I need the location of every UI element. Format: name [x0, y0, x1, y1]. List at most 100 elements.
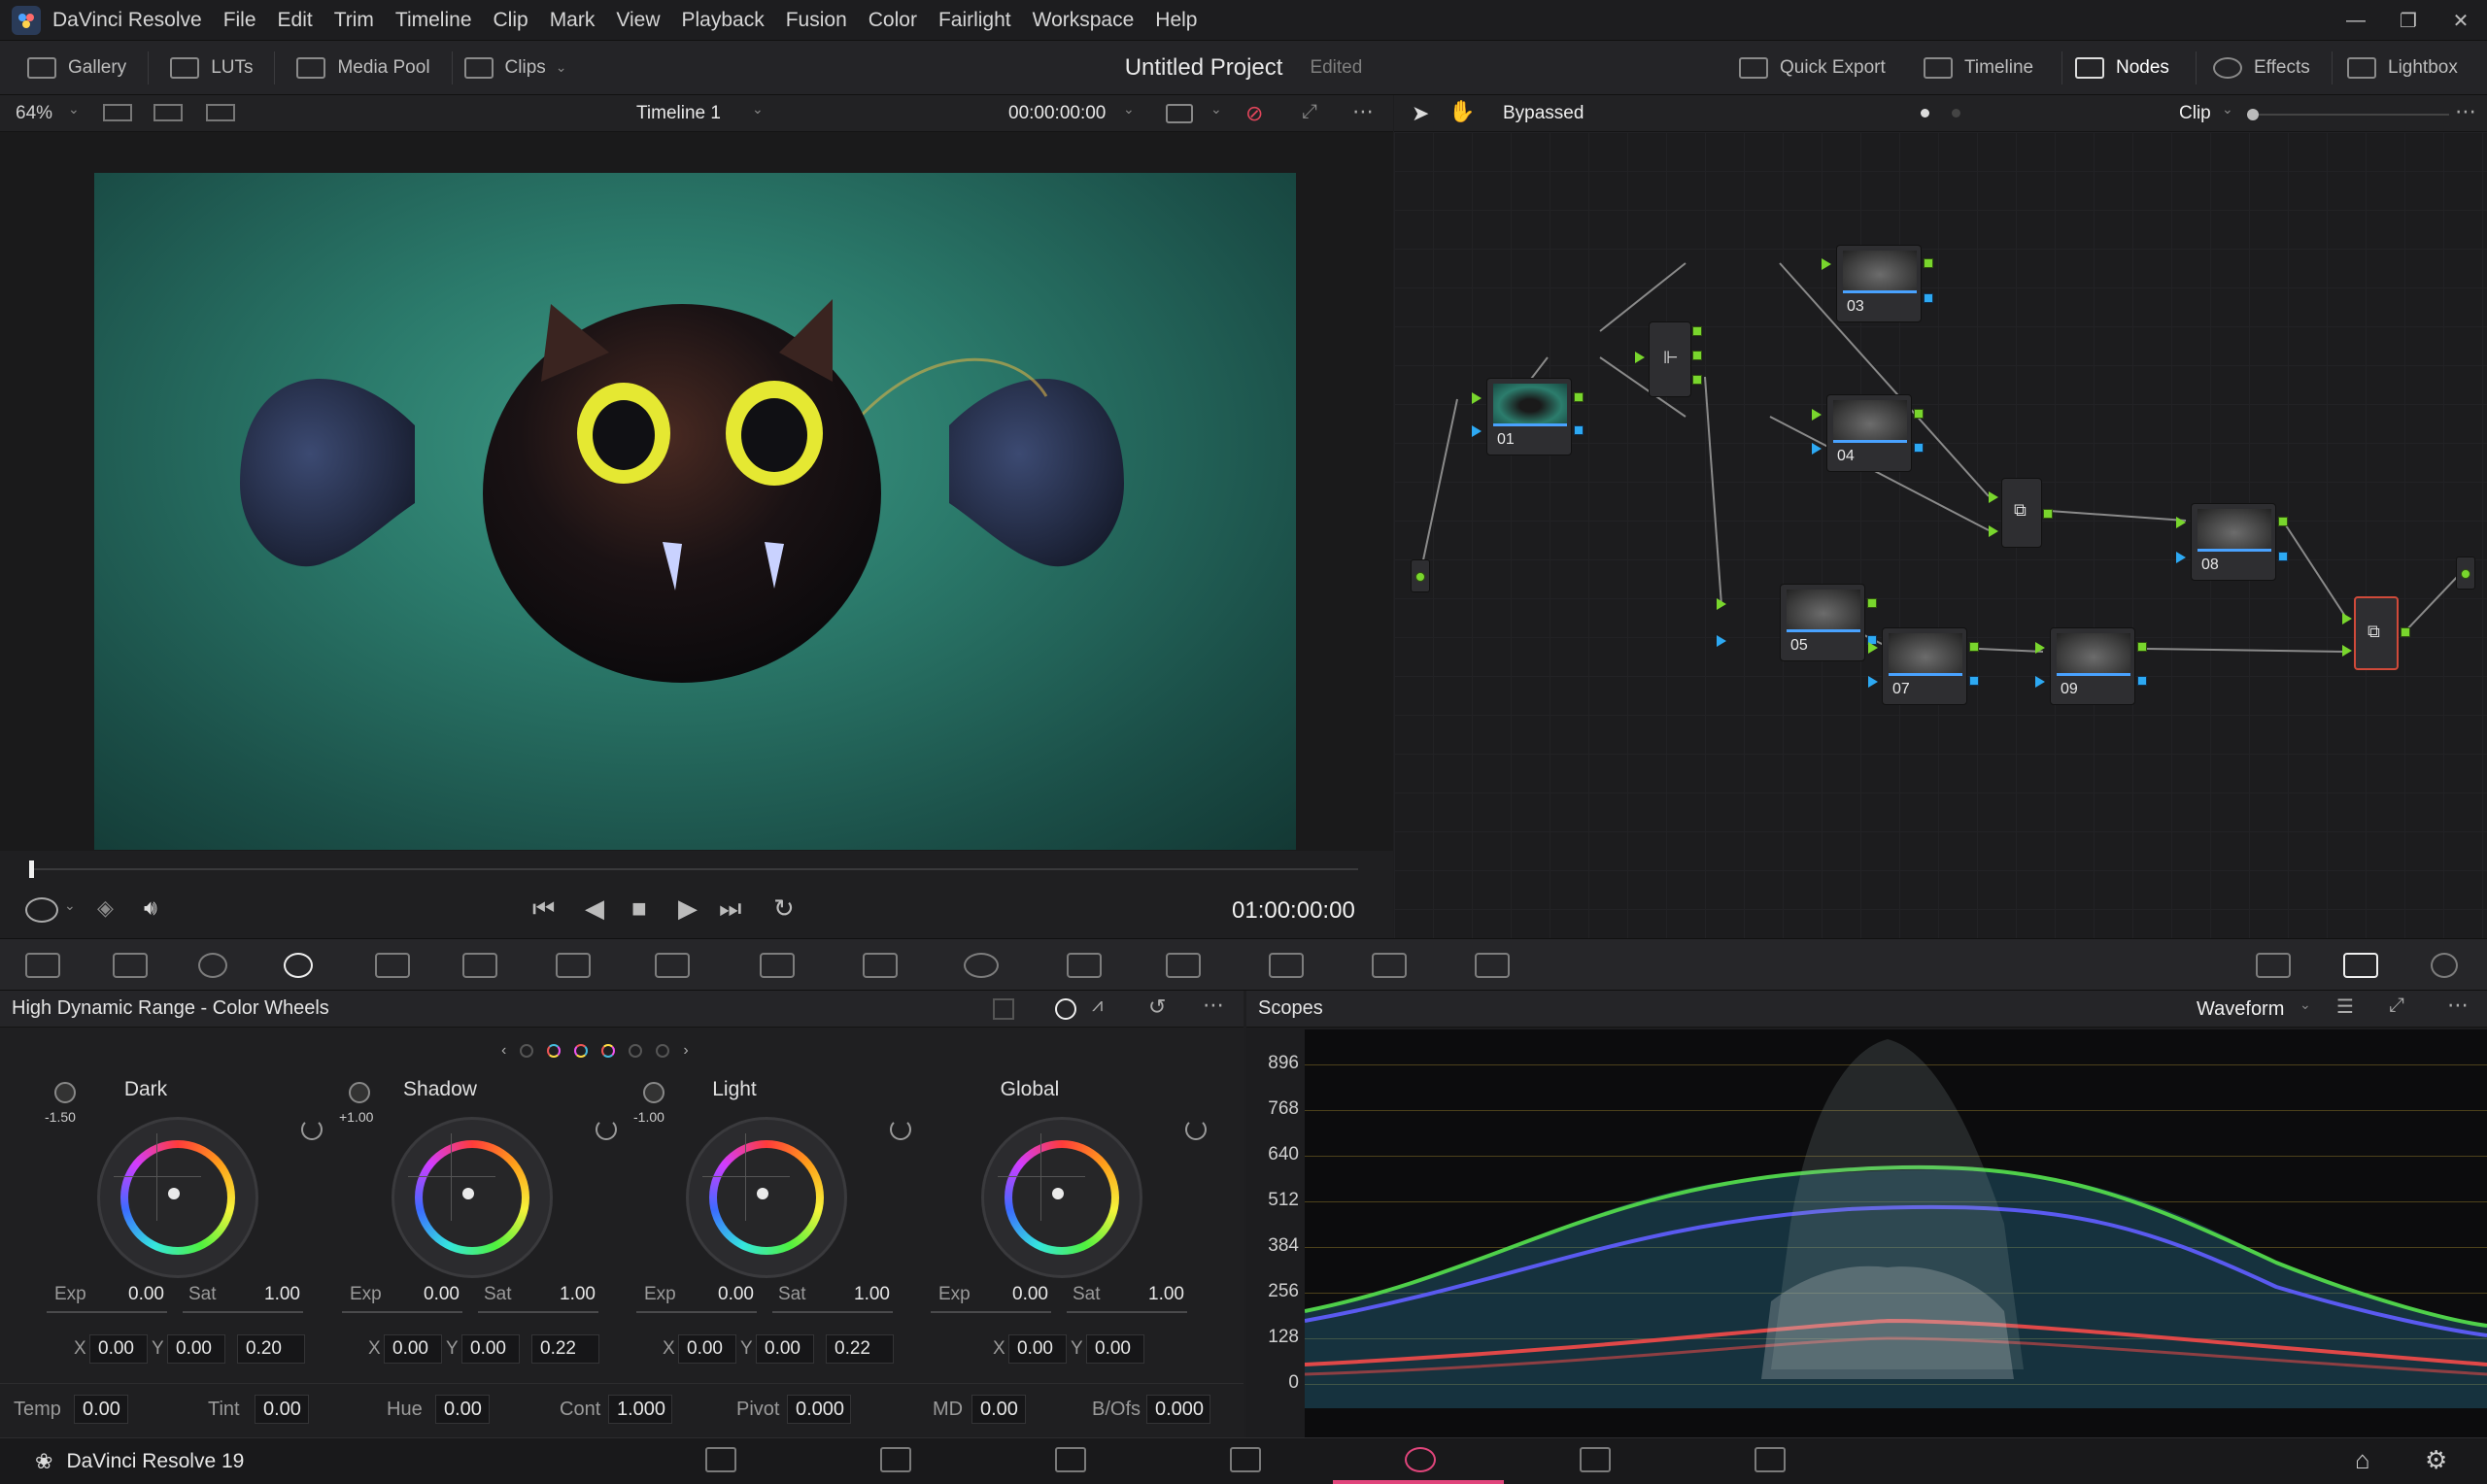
node-07[interactable]: 07 — [1882, 627, 1967, 705]
exp-slider[interactable] — [636, 1311, 757, 1313]
source-timecode[interactable]: 00:00:00:00 — [1008, 103, 1106, 124]
curves-icon[interactable] — [556, 953, 591, 978]
edit-page-icon[interactable] — [1055, 1447, 1086, 1472]
luts-button[interactable]: LUTs — [170, 41, 253, 95]
y-value[interactable]: 0.00 — [1086, 1334, 1144, 1364]
temp-value[interactable]: 0.00 — [74, 1395, 128, 1424]
layer-mixer-node[interactable]: ⧉ — [2001, 478, 2042, 548]
menu-edit[interactable]: Edit — [278, 9, 313, 32]
fairlight-page-icon[interactable] — [1580, 1447, 1611, 1472]
reset-icon[interactable] — [890, 1119, 911, 1140]
quick-export-button[interactable]: Quick Export — [1739, 41, 1886, 95]
scrub-track[interactable] — [31, 868, 1358, 870]
menu-file[interactable]: File — [223, 9, 256, 32]
wheel-puck[interactable] — [1052, 1188, 1064, 1199]
single-viewer-icon[interactable] — [103, 104, 132, 121]
tint-value[interactable]: 0.00 — [255, 1395, 309, 1424]
exp-slider[interactable] — [931, 1311, 1051, 1313]
page-dot-color[interactable] — [547, 1044, 562, 1058]
color-match-icon[interactable] — [113, 953, 148, 978]
exp-value[interactable]: 0.00 — [128, 1284, 164, 1305]
loop-icon[interactable]: ↻ — [773, 894, 795, 924]
layers-icon[interactable]: ◈ — [97, 895, 114, 921]
color-viewer-icon[interactable] — [2256, 953, 2291, 978]
hd-monitor-icon[interactable] — [1166, 104, 1193, 123]
clip-selector-icon[interactable] — [25, 897, 58, 923]
expand-icon[interactable]: ⤢ — [2389, 995, 2404, 1017]
more-options-icon[interactable]: ⋯ — [1203, 993, 1224, 1018]
color-page-icon[interactable] — [1405, 1447, 1436, 1472]
input-node[interactable] — [1411, 559, 1430, 592]
media-pool-button[interactable]: Media Pool — [296, 41, 430, 95]
play-reverse-icon[interactable]: ◀ — [585, 894, 604, 924]
hdr-graph-icon[interactable]: ⩘ — [1092, 995, 1103, 1017]
reset-all-icon[interactable]: ↺ — [1148, 995, 1166, 1020]
stop-icon[interactable]: ■ — [631, 894, 647, 924]
skip-end-icon[interactable]: ⏭ — [719, 894, 741, 925]
key-icon[interactable] — [1372, 953, 1407, 978]
exp-value[interactable]: 0.00 — [1012, 1284, 1048, 1305]
menu-mark[interactable]: Mark — [550, 9, 596, 32]
pointer-tool-icon[interactable]: ➤ — [1412, 101, 1429, 126]
close-button[interactable]: ✕ — [2435, 0, 2487, 41]
node-01[interactable]: 01 — [1486, 378, 1572, 455]
page-dot[interactable] — [1952, 109, 1960, 118]
waveform-display[interactable] — [1305, 1029, 2487, 1437]
more-options-icon[interactable]: ⋯ — [2455, 99, 2476, 124]
split-viewer-icon[interactable] — [206, 104, 235, 121]
color-wheel[interactable] — [981, 1117, 1142, 1278]
zoom-select[interactable]: 64% — [16, 103, 52, 124]
wheel-puck[interactable] — [168, 1188, 180, 1199]
exp-value[interactable]: 0.00 — [718, 1284, 754, 1305]
playhead-handle[interactable] — [29, 860, 34, 878]
page-dot[interactable] — [629, 1044, 643, 1058]
y-value[interactable]: 0.00 — [461, 1334, 520, 1364]
color-wheel[interactable] — [392, 1117, 553, 1278]
node-09[interactable]: 09 — [2050, 627, 2135, 705]
sat-value[interactable]: 1.00 — [264, 1284, 300, 1305]
sat-slider[interactable] — [772, 1311, 893, 1313]
menu-playback[interactable]: Playback — [682, 9, 765, 32]
falloff-value[interactable]: 0.20 — [237, 1334, 305, 1364]
menu-help[interactable]: Help — [1155, 9, 1197, 32]
hdr-wheels-icon[interactable] — [284, 953, 313, 978]
hue-value[interactable]: 0.00 — [435, 1395, 490, 1424]
timeline-button[interactable]: Timeline — [1924, 41, 2033, 95]
node-03[interactable]: 03 — [1836, 245, 1922, 322]
deliver-page-icon[interactable] — [1755, 1447, 1786, 1472]
motion-effects-icon[interactable] — [462, 953, 497, 978]
menu-view[interactable]: View — [616, 9, 660, 32]
rgb-mixer-icon[interactable] — [375, 953, 410, 978]
timeline-select[interactable]: Timeline 1 — [636, 103, 721, 124]
effects-button[interactable]: Effects — [2213, 41, 2310, 95]
3d-icon[interactable] — [1475, 953, 1510, 978]
wheel-puck[interactable] — [462, 1188, 474, 1199]
reset-icon[interactable] — [596, 1119, 617, 1140]
page-dot[interactable] — [656, 1044, 670, 1058]
eyedropper-icon[interactable] — [863, 953, 898, 978]
volume-icon[interactable]: 🔊︎ — [144, 895, 157, 921]
scope-settings-icon[interactable]: ☰ — [2336, 995, 2354, 1019]
blur-icon[interactable] — [1269, 953, 1304, 978]
page-dot-active[interactable] — [1921, 109, 1929, 118]
viewer-image[interactable] — [94, 173, 1296, 850]
clips-button[interactable]: Clips ⌄ — [463, 41, 567, 95]
media-page-icon[interactable] — [705, 1447, 736, 1472]
menu-workspace[interactable]: Workspace — [1033, 9, 1135, 32]
scope-mode-select[interactable]: Waveform — [2197, 998, 2284, 1021]
page-dot[interactable] — [520, 1044, 534, 1058]
x-value[interactable]: 0.00 — [384, 1334, 442, 1364]
menu-color[interactable]: Color — [869, 9, 917, 32]
exp-value[interactable]: 0.00 — [424, 1284, 460, 1305]
node-04[interactable]: 04 — [1826, 394, 1912, 472]
final-mixer-node[interactable]: ⧉ — [2354, 596, 2399, 670]
fullscreen-icon[interactable]: ⤢ — [1302, 101, 1317, 123]
x-value[interactable]: 0.00 — [89, 1334, 148, 1364]
more-options-icon[interactable]: ⋯ — [1352, 99, 1374, 124]
gear-icon[interactable]: ⚙ — [2425, 1445, 2447, 1475]
bofs-value[interactable]: 0.000 — [1146, 1395, 1210, 1424]
node-05[interactable]: 05 — [1780, 584, 1865, 661]
lightbox-button[interactable]: Lightbox — [2347, 41, 2458, 95]
y-value[interactable]: 0.00 — [756, 1334, 814, 1364]
cut-page-icon[interactable] — [880, 1447, 911, 1472]
